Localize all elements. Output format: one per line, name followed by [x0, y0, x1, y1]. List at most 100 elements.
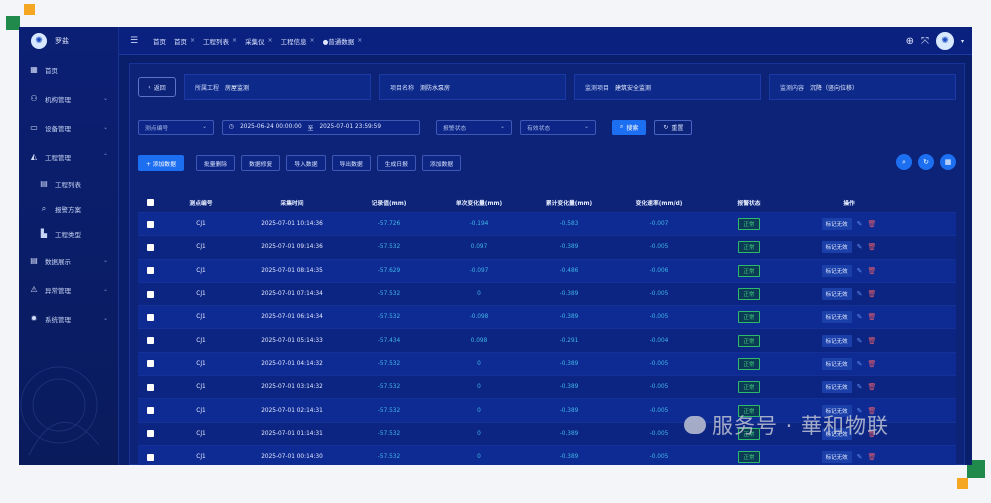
row-checkbox-cell[interactable]	[138, 337, 162, 345]
close-icon[interactable]: ×	[310, 37, 315, 44]
checkbox[interactable]	[146, 220, 154, 228]
select-all-checkbox[interactable]	[138, 198, 162, 206]
logo[interactable]: ✺ 罗盐	[19, 27, 118, 55]
tab-4[interactable]: 工程信息 ×	[281, 36, 315, 46]
trash-icon[interactable]: 🗑	[868, 383, 877, 391]
sidebar-item-warning[interactable]: ⚠ 异常管理 ⌄	[19, 275, 118, 304]
filter-row: 测点编号 ⌄ ◷ 2025-06-24 00:00:00 至 2025-07-0…	[138, 118, 693, 136]
trash-icon[interactable]: 🗑	[868, 220, 877, 228]
row-checkbox-cell[interactable]	[138, 267, 162, 275]
tab-0[interactable]: 首页	[153, 36, 166, 46]
edit-icon[interactable]: ✎	[857, 290, 863, 298]
mark-invalid-button[interactable]: 标记无效	[821, 451, 852, 464]
refresh-icon[interactable]: ↻	[918, 154, 934, 170]
row-checkbox-cell[interactable]	[138, 360, 162, 368]
close-icon[interactable]: ×	[232, 37, 237, 44]
mark-invalid-button[interactable]: 标记无效	[821, 381, 852, 394]
edit-icon[interactable]: ✎	[857, 313, 863, 321]
row-checkbox-cell[interactable]	[138, 243, 162, 251]
row-checkbox-cell[interactable]	[138, 220, 162, 228]
close-icon[interactable]: ×	[190, 37, 195, 44]
avatar[interactable]: ✺	[935, 32, 954, 50]
trash-icon[interactable]: 🗑	[868, 290, 877, 298]
edit-icon[interactable]: ✎	[857, 360, 863, 368]
checkbox[interactable]	[146, 430, 154, 438]
chevron-icon: ⌄	[102, 95, 108, 102]
mark-invalid-button[interactable]: 标记无效	[821, 311, 852, 324]
back-button[interactable]: ‹ 返回	[138, 77, 176, 97]
checkbox[interactable]	[146, 453, 154, 461]
checkbox[interactable]	[146, 243, 154, 251]
mark-invalid-button[interactable]: 标记无效	[821, 334, 852, 347]
row-checkbox-cell[interactable]	[138, 453, 162, 461]
sidebar-item-project[interactable]: ◭ 工程管理 ⌃	[19, 142, 118, 171]
cell-value: -57.532	[377, 454, 401, 461]
daily-report-button[interactable]: 生成日报	[376, 155, 416, 171]
sidebar-item-home[interactable]: ▦ 首页	[19, 55, 118, 84]
append-data-button[interactable]: 添加数据	[421, 155, 462, 171]
trash-icon[interactable]: 🗑	[868, 337, 877, 345]
sidebar-item-settings[interactable]: ✹ 系统管理 ⌄	[19, 304, 118, 333]
tab-3[interactable]: 采集仪 ×	[245, 36, 273, 46]
mark-invalid-button[interactable]: 标记无效	[821, 218, 852, 231]
row-checkbox-cell[interactable]	[138, 383, 162, 391]
edit-icon[interactable]: ✎	[857, 267, 863, 275]
tab-1[interactable]: 首页 ×	[174, 36, 195, 46]
trash-icon[interactable]: 🗑	[868, 453, 877, 461]
trash-icon[interactable]: 🗑	[868, 360, 877, 368]
close-icon[interactable]: ×	[268, 37, 273, 44]
search-button[interactable]: ⌕ 搜索	[612, 119, 647, 135]
fullscreen-icon[interactable]: ⤧	[921, 36, 929, 47]
sidebar-item-list[interactable]: ▤ 工程列表	[19, 171, 118, 196]
tab-5[interactable]: ●普通数据 ×	[323, 36, 363, 46]
menu-toggle-icon[interactable]: ☰	[123, 36, 145, 46]
chevron-down-icon[interactable]: ▾	[961, 38, 964, 45]
add-data-button[interactable]: + 添加数据	[138, 155, 184, 171]
checkbox[interactable]	[146, 407, 154, 415]
checkbox[interactable]	[146, 198, 154, 206]
checkbox[interactable]	[146, 337, 154, 345]
mark-invalid-button[interactable]: 标记无效	[821, 288, 852, 301]
trash-icon[interactable]: 🗑	[868, 267, 877, 275]
edit-icon[interactable]: ✎	[857, 337, 863, 345]
close-icon[interactable]: ×	[357, 37, 362, 44]
edit-icon[interactable]: ✎	[857, 453, 863, 461]
sidebar-item-data[interactable]: ▤ 数据展示 ⌄	[19, 246, 118, 275]
mark-invalid-button[interactable]: 标记无效	[821, 357, 852, 370]
mark-invalid-button[interactable]: 标记无效	[821, 241, 852, 254]
date-range-picker[interactable]: ◷ 2025-06-24 00:00:00 至 2025-07-01 23:59…	[222, 119, 420, 135]
import-data-button[interactable]: 导入数据	[286, 155, 326, 171]
columns-icon[interactable]: ▦	[940, 154, 956, 170]
repair-data-button[interactable]: 数据修复	[241, 155, 281, 171]
checkbox[interactable]	[146, 290, 154, 298]
edit-icon[interactable]: ✎	[857, 383, 863, 391]
sidebar-item-alarm[interactable]: ⌕ 报警方案	[19, 196, 118, 221]
checkbox[interactable]	[146, 267, 154, 275]
globe-icon[interactable]: ⊕	[906, 36, 914, 47]
point-select[interactable]: 测点编号 ⌄	[138, 119, 214, 135]
row-checkbox-cell[interactable]	[138, 407, 162, 415]
sidebar-item-type[interactable]: ▙ 工程类型	[19, 221, 118, 246]
batch-delete-button[interactable]: 批量删除	[195, 155, 236, 171]
alarm-status-select[interactable]: 报警状态 ⌄	[436, 119, 512, 135]
sidebar-item-device[interactable]: ▭ 设备管理 ⌄	[19, 113, 118, 142]
logo-icon: ✺	[31, 33, 47, 49]
sidebar-item-label: 工程列表	[55, 180, 81, 189]
trash-icon[interactable]: 🗑	[868, 313, 877, 321]
trash-icon[interactable]: 🗑	[868, 243, 877, 251]
row-checkbox-cell[interactable]	[138, 430, 162, 438]
tab-2[interactable]: 工程列表 ×	[203, 36, 237, 46]
checkbox[interactable]	[146, 383, 154, 391]
export-data-button[interactable]: 导出数据	[331, 155, 371, 171]
checkbox[interactable]	[146, 313, 154, 321]
row-checkbox-cell[interactable]	[138, 313, 162, 321]
search-icon[interactable]: ⌕	[896, 154, 912, 170]
reset-button[interactable]: ↻ 重置	[654, 119, 693, 135]
valid-status-select[interactable]: 有效状态 ⌄	[520, 119, 596, 135]
mark-invalid-button[interactable]: 标记无效	[821, 264, 852, 277]
edit-icon[interactable]: ✎	[857, 243, 863, 251]
checkbox[interactable]	[146, 360, 154, 368]
sidebar-item-org[interactable]: ⚇ 机构管理 ⌄	[19, 84, 118, 113]
edit-icon[interactable]: ✎	[857, 220, 863, 228]
row-checkbox-cell[interactable]	[138, 290, 162, 298]
